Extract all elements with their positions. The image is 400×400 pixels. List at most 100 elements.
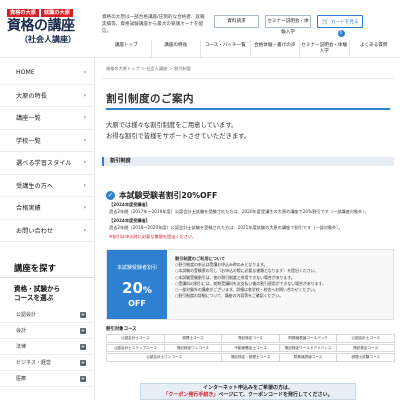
campaign-details: 【2024年度受講者】 過去2年間（2017年～2019年度）公認会計士試験を受験…: [109, 202, 393, 244]
sidebar-filter-accounting[interactable]: 会計 +: [0, 323, 94, 339]
request-materials-button[interactable]: 資料請求: [214, 15, 259, 28]
course-link[interactable]: 税理士コース: [163, 334, 223, 343]
promo-banner-off: OFF: [128, 299, 146, 308]
sidebar-item-label: 学校一覧: [16, 137, 41, 145]
course-link[interactable]: 公認会計士ワンコース: [106, 353, 223, 362]
nav-item-seminar[interactable]: セミナー説明会・体験入学: [299, 40, 349, 58]
campaign-block-2-head: 【2024年度受講者】: [109, 218, 150, 223]
chevron-right-icon: ›: [83, 91, 86, 99]
course-list-label: 割引対象コース: [106, 327, 137, 332]
sidebar-filter-accounting-cpa[interactable]: 公認会計 +: [0, 307, 94, 323]
campaign-note-text: ※割引は申込時に必要な書類を提出ください。: [109, 234, 197, 239]
promo-banner-percent-value: 20: [122, 279, 143, 297]
check-circle-icon: ✓: [106, 191, 115, 200]
sidebar-item-features[interactable]: 大原の特長 ›: [0, 85, 94, 107]
nav-item-features[interactable]: 講座の特長: [150, 40, 201, 58]
coupon-notice-line-2-rest: ページにて、クーポンコードを発行してください。: [218, 392, 333, 398]
logo[interactable]: 資格の大原 就職の大原 資格の講座 （社会人講座）: [7, 9, 89, 44]
chevron-right-icon: ›: [83, 136, 86, 144]
sidebar-item-label: お問い合わせ: [16, 227, 54, 235]
plus-icon: +: [80, 311, 86, 318]
section-header: 割引制度: [102, 157, 394, 166]
promo-box: 本試験受験者割引 20% OFF 割引制度のご利用について ○割引制度の申込は受…: [106, 249, 394, 320]
sidebar-filter-label: 法律: [16, 344, 27, 350]
course-link[interactable]: 公認会計士コース: [106, 334, 165, 343]
coupon-issue-link[interactable]: 「クーポン発行手続き」: [163, 392, 218, 398]
course-link[interactable]: 公認会計士コース: [336, 334, 395, 343]
plus-icon: +: [80, 327, 86, 334]
intro-text: 大原では様々な割引制度をご用意しています。 お得な割引で皆様をサポートさせていた…: [106, 120, 250, 142]
chevron-right-icon: ›: [83, 69, 86, 77]
promo-line: ○割引制度の詳細について、講座の内容等をご確認ください。: [175, 293, 284, 299]
sidebar-item-label: HOME: [16, 69, 35, 77]
campaign-block-1-head: 【2024年度受講者】: [109, 202, 150, 207]
chevron-right-icon: ›: [83, 226, 86, 234]
campaign-block-2: 【2024年度受講者】 過去2年間（2018～2020年度）公認会計士試験を受験さ…: [109, 218, 393, 231]
seminar-button[interactable]: セミナー説明会・体験入学: [265, 15, 311, 35]
course-link[interactable]: 税理士試験コース: [336, 353, 395, 362]
course-link[interactable]: 簿記検定ワンコース: [163, 343, 223, 352]
promo-text: 割引制度のご利用について ○割引制度の申込は受講お申込み時のみとなります。 ○本…: [175, 256, 389, 299]
campaign-block-1: 【2024年度受講者】 過去2年間（2017年～2019年度）公認会計士試験を受験…: [109, 202, 393, 215]
intro-line-2: お得な割引で皆様をサポートさせていただきます。: [106, 133, 251, 140]
title-underline: [106, 108, 390, 110]
sidebar-filter-label: 会計: [16, 328, 27, 334]
sidebar-search-title: 資格・試験から コースを選ぶ: [0, 278, 94, 307]
chevron-right-icon: ›: [83, 114, 86, 122]
nav-item-course-list[interactable]: コース・バッチ一覧: [200, 40, 250, 58]
intro-line-1: 大原では様々な割引制度をご用意しています。: [106, 122, 238, 129]
sidebar-item-label: 大原の特長: [16, 92, 47, 100]
sidebar-item-label: 受講生の方へ: [16, 182, 54, 190]
sidebar-find-heading: 講座を探す: [0, 258, 94, 278]
course-link[interactable]: 財務諸表論コースパック: [278, 334, 338, 343]
main-content: 資格の大原トップ ＞ 社会人講座 ＞ 割引制度 割引制度のご案内 大原では様々な…: [96, 58, 400, 400]
cart-count-badge: 0: [337, 30, 345, 37]
nav-item-faq[interactable]: よくある質問: [348, 40, 399, 58]
nav-item-voices[interactable]: 合格体験・書けの声: [249, 40, 300, 58]
sidebar-item-home[interactable]: HOME ›: [0, 62, 94, 85]
sidebar-item-courses[interactable]: 講座一覧 ›: [0, 107, 94, 130]
site-header: 資格の大原 就職の大原 資格の講座 （社会人講座） 資格の大原は一部合格講座/圧…: [0, 0, 400, 58]
header-description: 資格の大原は一部合格講座/圧倒的な合格者、就職実績等、資格試験講座から最大の受講…: [102, 15, 205, 34]
coupon-notice: インターネット申込みをご希望の方は、 「クーポン発行手続き」ページにて、クーポン…: [140, 383, 356, 400]
sidebar-filter-label: 公認会計: [16, 312, 37, 318]
coupon-notice-line-1: インターネット申込みをご希望の方は、: [202, 385, 293, 391]
sidebar-item-contact[interactable]: お問い合わせ ›: [0, 220, 94, 242]
logo-badge-left: 資格の大原: [7, 9, 39, 17]
campaign-title: ✓ 本試験受験者割引20%OFF: [106, 190, 217, 201]
sidebar-item-results[interactable]: 合格実績 ›: [0, 197, 94, 220]
course-link[interactable]: 財務諸表論コース: [278, 353, 338, 362]
course-link[interactable]: 簿記検定コース: [221, 334, 280, 343]
promo-banner-percent: 20%: [122, 279, 152, 297]
logo-subtitle: （社会人講座）: [20, 34, 76, 44]
campaign-block-1-body: 過去2年間（2017年～2019年度）公認会計士試験を受験された方は、2020年…: [109, 208, 369, 214]
sidebar-filter-medical[interactable]: 医療 +: [0, 371, 94, 387]
campaign-title-text: 本試験受験者割引20%OFF: [119, 191, 218, 200]
logo-badges: 資格の大原 就職の大原: [7, 9, 89, 17]
course-link[interactable]: 簿記検定コース: [336, 343, 395, 352]
cart-button[interactable]: 🛒 カートを見る 0: [317, 15, 363, 37]
section-label: 割引制度: [102, 157, 131, 166]
nav-item-course-top[interactable]: 講座トップ: [102, 40, 151, 58]
sidebar: HOME › 大原の特長 › 講座一覧 › 学校一覧 › 選べる学習スタイル › 受講生の…: [0, 58, 95, 400]
course-link[interactable]: 簿記検定・税理士コース: [221, 353, 280, 362]
sidebar-menu: HOME › 大原の特長 › 講座一覧 › 学校一覧 › 選べる学習スタイル › 受講生の…: [0, 62, 94, 242]
sidebar-item-students[interactable]: 受講生の方へ ›: [0, 175, 94, 197]
course-link[interactable]: 簿記検定ワールドアドバンス: [278, 343, 338, 352]
divider: [102, 78, 394, 79]
coupon-notice-line-2: 「クーポン発行手続き」ページにて、クーポンコードを発行してください。: [141, 392, 355, 399]
sidebar-filter-business[interactable]: ビジネス・経営 +: [0, 355, 94, 371]
breadcrumb[interactable]: 資格の大原トップ ＞ 社会人講座 ＞ 割引制度: [106, 66, 191, 72]
cart-button-label: カートを見る: [330, 20, 359, 25]
sidebar-filter-label: ビジネス・経営: [16, 360, 52, 366]
sidebar-filter-law[interactable]: 法律 +: [0, 339, 94, 355]
chevron-right-icon: ›: [83, 181, 86, 189]
sidebar-item-label: 合格実績: [16, 205, 41, 213]
course-link[interactable]: 公認会計士ステップコース: [106, 343, 165, 352]
sidebar-item-styles[interactable]: 選べる学習スタイル ›: [0, 152, 94, 175]
sidebar-item-schools[interactable]: 学校一覧 ›: [0, 130, 94, 152]
global-nav: 講座トップ 講座の特長 コース・バッチ一覧 合格体験・書けの声 セミナー説明会・…: [102, 40, 398, 58]
course-link[interactable]: 不動産鑑定士コース: [221, 343, 280, 352]
page-title: 割引制度のご案内: [106, 93, 194, 105]
